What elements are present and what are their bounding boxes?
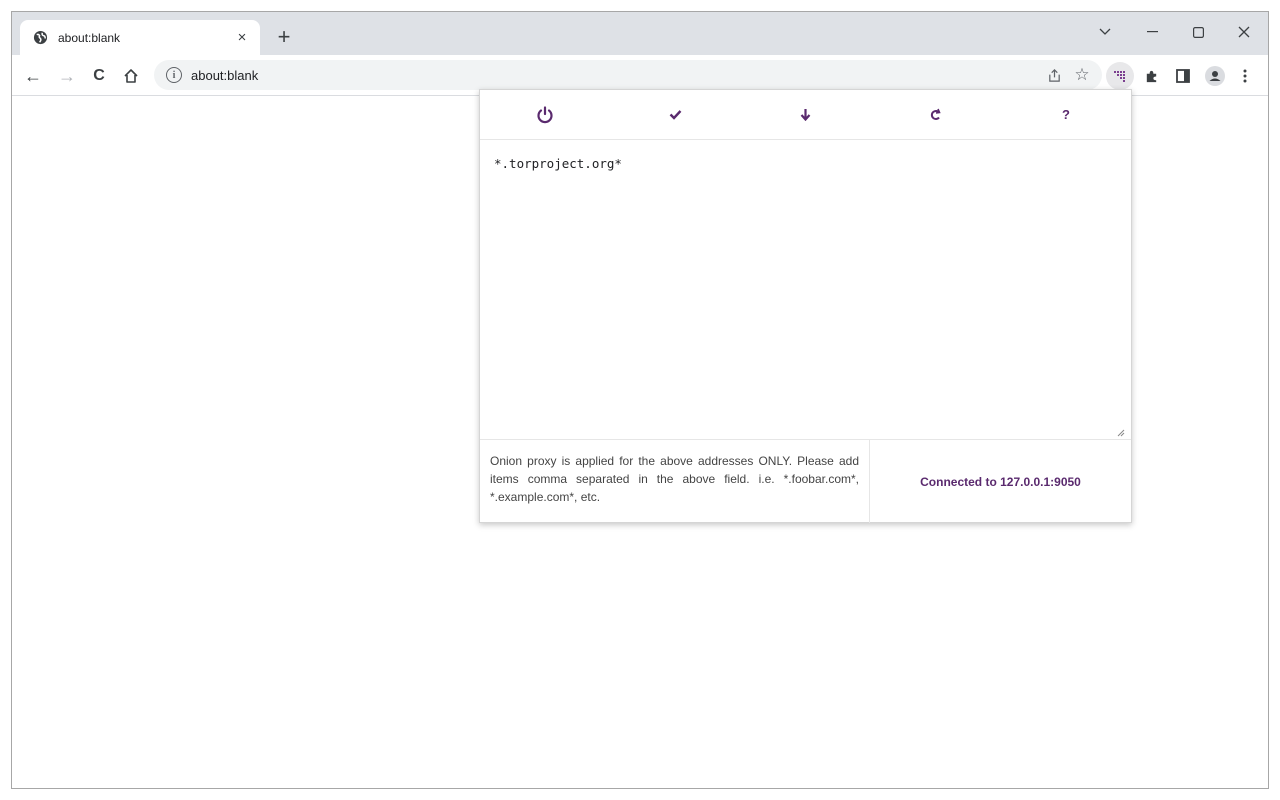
power-icon: [537, 105, 553, 123]
help-icon: ?: [1061, 107, 1070, 122]
maximize-button[interactable]: [1176, 18, 1220, 46]
popup-footer: Onion proxy is applied for the above add…: [480, 440, 1131, 523]
download-button[interactable]: [740, 90, 870, 139]
power-button[interactable]: [480, 90, 610, 139]
resize-grip-icon[interactable]: [1117, 429, 1125, 437]
onion-proxy-popup: ? Onion proxy is applied for the above a…: [479, 89, 1132, 523]
tab-about-blank[interactable]: about:blank ×: [20, 20, 260, 55]
back-button[interactable]: ←: [20, 63, 46, 89]
minimize-button[interactable]: [1130, 18, 1174, 46]
addresses-textarea[interactable]: [480, 140, 1131, 440]
tab-close-button[interactable]: ×: [234, 29, 250, 46]
url-text: about:blank: [191, 67, 259, 83]
share-icon[interactable]: [1040, 60, 1068, 90]
close-window-button[interactable]: [1222, 18, 1266, 46]
globe-icon: [32, 30, 48, 46]
popup-toolbar: ?: [480, 90, 1131, 140]
forward-button[interactable]: →: [54, 63, 80, 89]
tab-title: about:blank: [58, 30, 121, 45]
site-info-icon[interactable]: i: [166, 67, 182, 83]
tab-strip: about:blank × +: [12, 12, 1268, 55]
profile-avatar-icon[interactable]: [1202, 63, 1228, 89]
address-bar[interactable]: i about:blank ☆: [154, 60, 1102, 90]
menu-kebab-icon[interactable]: [1232, 63, 1258, 89]
help-button[interactable]: ?: [1001, 90, 1131, 139]
reload-button[interactable]: C: [86, 63, 112, 89]
extensions-puzzle-icon[interactable]: [1138, 63, 1164, 89]
checkmark-icon: [669, 110, 682, 120]
home-icon[interactable]: [118, 63, 144, 89]
reload-list-button[interactable]: [871, 90, 1001, 139]
tab-search-button[interactable]: [1083, 18, 1127, 46]
arrow-down-icon: [800, 109, 811, 121]
bookmark-star-icon[interactable]: ☆: [1068, 60, 1096, 90]
usage-note: Onion proxy is applied for the above add…: [480, 440, 870, 523]
refresh-icon: [931, 108, 941, 120]
side-panel-icon[interactable]: [1170, 63, 1196, 89]
onion-extension-icon[interactable]: [1106, 62, 1134, 90]
apply-button[interactable]: [610, 90, 740, 139]
connection-status: Connected to 127.0.0.1:9050: [920, 474, 1081, 489]
new-tab-button[interactable]: +: [272, 25, 296, 49]
